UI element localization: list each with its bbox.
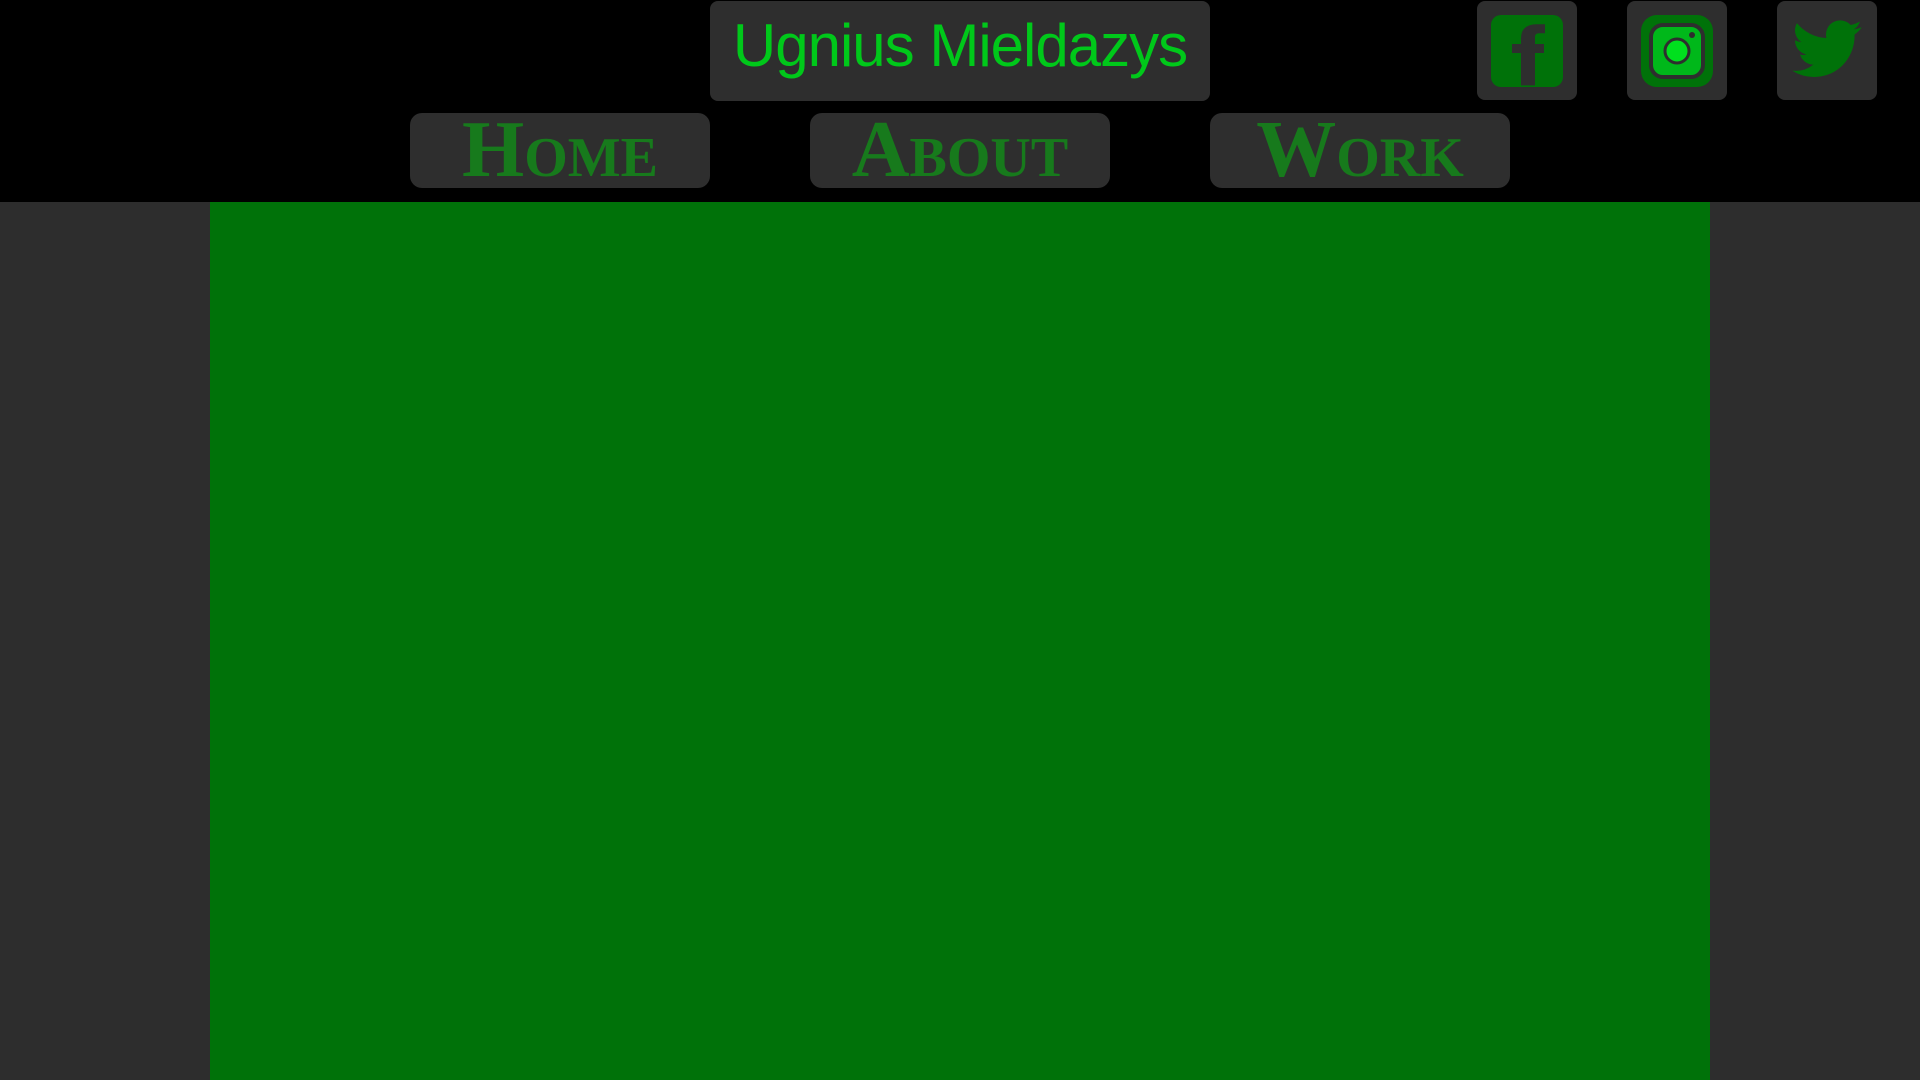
site-title: Ugnius Mieldazys <box>710 1 1210 101</box>
instagram-icon <box>1641 14 1713 87</box>
site-header: Ugnius Mieldazys Home About Work <box>0 0 1920 202</box>
nav-about-button[interactable]: About <box>810 110 1110 190</box>
instagram-link[interactable] <box>1627 1 1727 100</box>
main-content-panel <box>210 202 1710 1080</box>
nav-work-button[interactable]: Work <box>1210 110 1510 190</box>
facebook-link[interactable] <box>1477 1 1577 100</box>
twitter-link[interactable] <box>1777 1 1877 100</box>
facebook-icon <box>1491 14 1563 87</box>
twitter-icon <box>1792 19 1862 77</box>
nav-home-button[interactable]: Home <box>410 110 710 190</box>
